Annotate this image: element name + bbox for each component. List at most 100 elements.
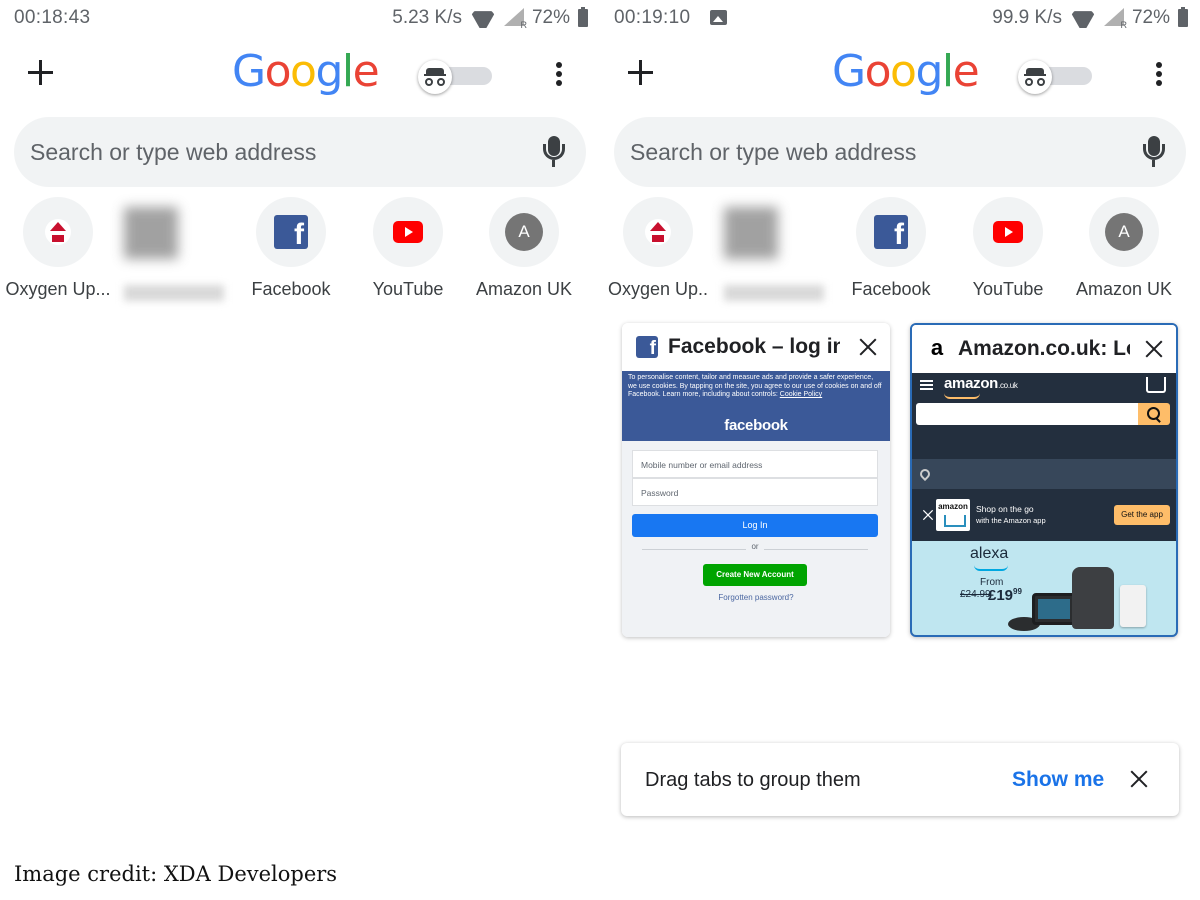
toolbar: Google [0,42,600,106]
letter-avatar-icon: A [1105,213,1143,251]
image-credit: Image credit: XDA Developers [14,862,338,886]
tab-card-header: a Amazon.co.uk: Lo [912,325,1176,373]
facebook-icon: f [274,215,308,249]
tile-icon-bg: f [856,197,926,267]
search-input[interactable]: Search or type web address [614,117,1186,187]
most-visited-tiles: Oxygen Up.. f Facebook YouTube A Amazon … [600,197,1200,307]
close-icon[interactable] [858,337,878,357]
left-screenshot: 00:18:43 5.23 K/s 72% Google Search or t… [0,0,600,900]
incognito-toggle[interactable] [1018,60,1094,94]
alexa-promo: alexa From £24.99 £1999 [912,541,1176,635]
tab-preview: To personalise content, tailor and measu… [622,371,890,637]
app-banner-text: Shop on the go with the Amazon app [976,504,1046,525]
search-placeholder: Search or type web address [30,139,317,165]
tile-label: Amazon UK [475,279,573,299]
tile-icon-bg [23,197,93,267]
battery-percent: 72% [1131,7,1170,28]
tile-facebook[interactable]: f Facebook [233,197,349,307]
tile-label: Oxygen Up.. [607,279,709,299]
tile-oxygen-updater[interactable]: Oxygen Up... [0,197,116,307]
tile-label: Facebook [251,279,331,299]
tile-icon-bg: f [256,197,326,267]
tile-label: Facebook [851,279,931,299]
battery-percent: 72% [531,7,570,28]
forgot-password-link: Forgotten password? [718,593,794,602]
hamburger-icon [920,380,933,390]
tab-card-amazon[interactable]: a Amazon.co.uk: Lo amazon.co.uk amazon S… [910,323,1178,637]
tile-blurred-site[interactable] [116,197,232,307]
status-indicators: 99.9 K/s 72% [992,7,1188,30]
group-tabs-banner: Drag tabs to group them Show me [621,743,1179,816]
tile-amazon-uk[interactable]: A Amazon UK [466,197,582,307]
letter-avatar-icon: A [505,213,543,251]
app-banner: amazon Shop on the go with the Amazon ap… [912,489,1176,541]
right-screenshot: 00:19:10 99.9 K/s 72% Google Search or t… [600,0,1200,900]
tile-icon-bg [623,197,693,267]
tab-card-facebook[interactable]: f Facebook – log in To personalise conte… [622,323,890,637]
tile-youtube[interactable]: YouTube [950,197,1066,307]
wifi-icon [1070,8,1096,28]
show-me-button[interactable]: Show me [1012,768,1104,792]
facebook-icon: f [874,215,908,249]
plus-icon[interactable] [626,58,656,88]
network-speed: 99.9 K/s [992,7,1062,28]
mic-icon[interactable] [542,136,566,168]
plus-icon[interactable] [26,58,56,88]
status-time: 00:18:43 [14,7,91,28]
oxygen-updater-icon [45,219,71,245]
amazon-logo: amazon.co.uk [944,375,1018,392]
new-price: £1999 [988,587,1022,604]
search-icon [1138,403,1170,425]
tile-amazon-uk[interactable]: A Amazon UK [1066,197,1182,307]
tile-icon-bg: A [489,197,559,267]
image-notification-icon [710,10,727,25]
login-button: Log In [632,514,878,537]
password-field: Password [632,478,878,506]
tile-icon-bg [973,197,1043,267]
amazon-smile-icon [944,393,980,399]
wifi-icon [470,8,496,28]
search-input[interactable]: Search or type web address [14,117,586,187]
echo-show-image [1032,593,1076,625]
tile-blurred-site[interactable] [716,197,832,307]
tile-youtube[interactable]: YouTube [350,197,466,307]
cart-icon [1146,377,1166,393]
tile-label: Oxygen Up... [5,279,111,299]
tile-label: YouTube [372,279,444,299]
old-price: £24.99 [960,589,991,600]
tile-facebook[interactable]: f Facebook [833,197,949,307]
close-icon [922,509,934,521]
facebook-icon: f [636,336,658,358]
incognito-icon [418,60,452,94]
email-field: Mobile number or email address [632,450,878,478]
status-time: 00:19:10 [614,7,691,28]
google-logo: Google [232,46,380,97]
close-icon[interactable] [1129,769,1149,789]
network-speed: 5.23 K/s [392,7,462,28]
amazon-a-icon: a [930,335,944,360]
facebook-wordmark: facebook [622,411,890,441]
echo-flex-image [1120,585,1146,627]
alexa-logo: alexa [970,545,1009,571]
tile-icon-bg: A [1089,197,1159,267]
cookie-notice: To personalise content, tailor and measu… [622,371,890,411]
tile-label: YouTube [972,279,1044,299]
battery-icon [578,7,588,27]
create-account-button: Create New Account [703,564,807,586]
incognito-toggle[interactable] [418,60,494,94]
or-divider: or [642,542,868,556]
mic-icon[interactable] [1142,136,1166,168]
more-vert-icon[interactable] [550,60,568,90]
tab-preview: amazon.co.uk amazon Shop on the go with … [912,373,1176,635]
signal-icon [1103,8,1127,30]
toolbar: Google [600,42,1200,106]
more-vert-icon[interactable] [1150,60,1168,90]
location-bar [912,459,1176,489]
amazon-app-icon: amazon [936,499,970,531]
youtube-icon [393,221,423,243]
tab-card-header: f Facebook – log in [622,323,890,371]
youtube-icon [993,221,1023,243]
status-bar: 00:18:43 5.23 K/s 72% [0,0,600,36]
close-icon[interactable] [1144,339,1164,359]
tile-oxygen-updater[interactable]: Oxygen Up.. [600,197,716,307]
